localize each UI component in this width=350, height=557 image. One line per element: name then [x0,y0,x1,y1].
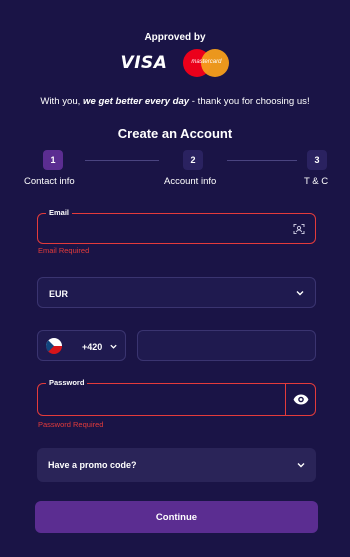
promo-code-toggle[interactable]: Have a promo code? [37,448,316,482]
step-connector [227,160,297,161]
phone-input[interactable] [138,331,315,360]
currency-select[interactable]: EUR [37,277,316,308]
eye-icon [293,394,308,405]
password-error: Password Required [38,420,104,429]
approved-by-label: Approved by [144,32,206,43]
currency-value: EUR [49,289,69,299]
step-2-label: Account info [164,176,217,187]
show-password-button[interactable] [285,384,315,415]
tagline: With you, we get better every day - than… [40,96,310,107]
step-2-badge[interactable]: 2 [183,150,203,170]
mastercard-logo: mastercard [183,49,230,77]
step-1-badge[interactable]: 1 [43,150,63,170]
payment-logos: VISA mastercard [0,48,350,78]
chevron-down-icon [297,463,305,468]
email-input[interactable] [38,214,315,243]
phone-field[interactable] [137,330,316,361]
email-field[interactable]: Email [37,208,316,244]
password-field[interactable]: Password [37,378,316,416]
czech-flag-icon [46,338,62,354]
chevron-down-icon [110,344,117,349]
step-connector [85,160,159,161]
password-input[interactable] [38,384,285,415]
step-3-label: T & C [304,176,329,187]
step-3-badge[interactable]: 3 [307,150,327,170]
promo-code-label: Have a promo code? [48,460,137,470]
chevron-down-icon [296,291,304,296]
scan-icon[interactable] [293,223,305,235]
visa-logo: VISA [120,53,168,73]
step-1-label: Contact info [24,176,75,187]
page-title: Create an Account [117,126,233,141]
continue-button[interactable]: Continue [35,501,318,533]
country-code-value: +420 [82,342,103,352]
country-code-select[interactable]: +420 [37,330,126,361]
email-error: Email Required [38,246,90,255]
